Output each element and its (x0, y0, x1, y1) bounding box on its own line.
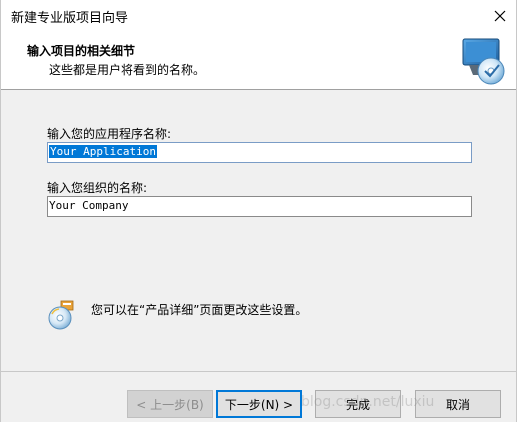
button-area-divider (1, 371, 516, 372)
org-name-label: 输入您组织的名称: (47, 181, 148, 195)
header-title: 输入项目的相关细节 (27, 44, 136, 58)
next-button[interactable]: 下一步(N) > (216, 390, 302, 418)
cd-info-icon (48, 300, 74, 330)
app-name-input[interactable]: Your Application (47, 142, 472, 163)
wizard-window: 新建专业版项目向导 输入项目的相关细节 这些都是用户将看到的名称。 输入您的应用… (0, 0, 517, 422)
app-name-label: 输入您的应用程序名称: (47, 127, 172, 141)
header-subtitle: 这些都是用户将看到的名称。 (49, 63, 206, 77)
back-button[interactable]: < 上一步(B) (127, 390, 213, 418)
wizard-header: 输入项目的相关细节 这些都是用户将看到的名称。 (1, 31, 516, 90)
close-icon (494, 10, 506, 21)
app-name-value: Your Application (49, 145, 157, 158)
info-text: 您可以在“产品详细”页面更改这些设置。 (91, 303, 308, 317)
close-button[interactable] (482, 0, 516, 31)
wizard-logo-icon (462, 38, 505, 85)
cancel-button[interactable]: 取消 (415, 390, 501, 418)
org-name-value: Your Company (49, 199, 129, 212)
finish-button[interactable]: 完成 (315, 390, 401, 418)
info-note: 您可以在“产品详细”页面更改这些设置。 (47, 299, 487, 335)
org-name-input[interactable]: Your Company (47, 196, 472, 217)
title-bar: 新建专业版项目向导 (1, 0, 516, 31)
window-title: 新建专业版项目向导 (11, 11, 129, 26)
